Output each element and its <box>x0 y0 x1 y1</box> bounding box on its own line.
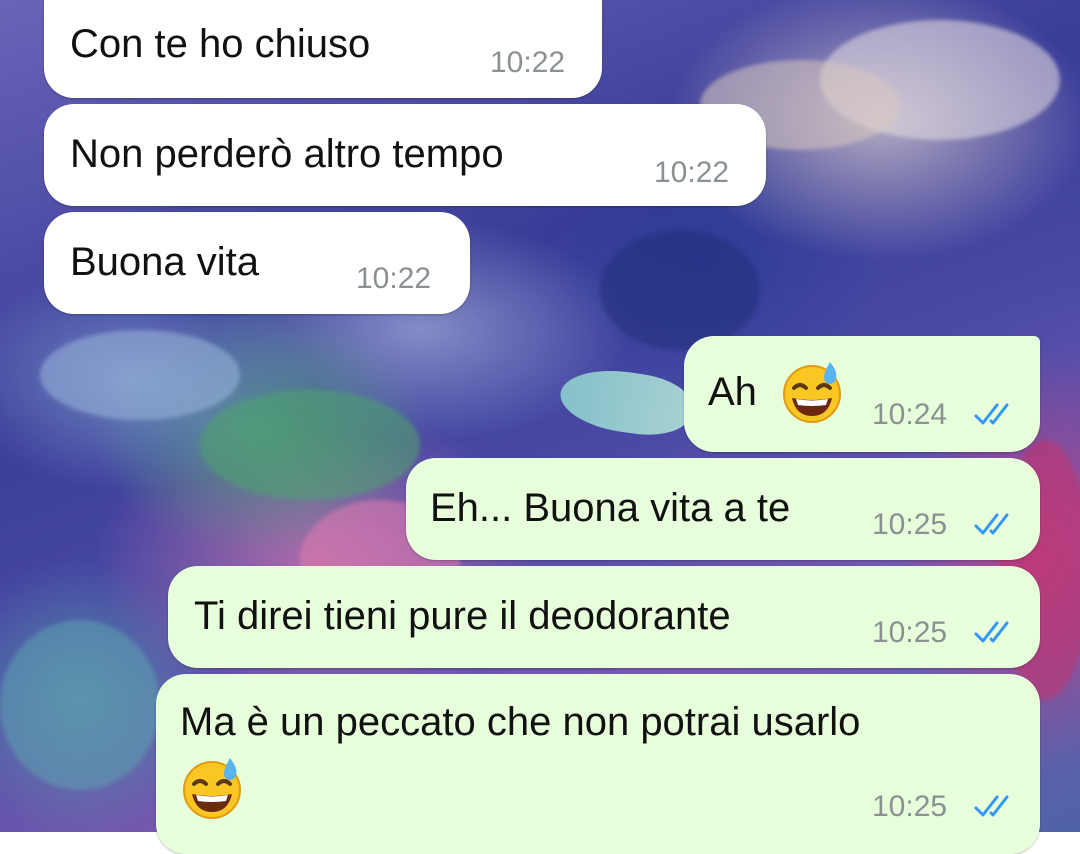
incoming-message[interactable]: Non perderò altro tempo 10:22 <box>44 104 766 206</box>
message-text: Non perderò altro tempo <box>70 132 504 176</box>
message-text: Eh... Buona vita a te <box>430 486 791 530</box>
grinning-face-with-sweat-icon <box>183 758 241 819</box>
read-double-check-icon <box>974 513 1009 535</box>
message-time: 10:24 <box>872 398 948 431</box>
fish-decoration <box>556 363 694 441</box>
incoming-message[interactable]: Con te ho chiuso 10:22 <box>44 0 602 98</box>
message-text: Ti direi tieni pure il deodorante <box>194 594 731 638</box>
grinning-face-with-sweat-icon <box>783 362 841 423</box>
message-text: Ma è un peccato che non potrai usarlo <box>180 700 861 744</box>
message-time: 10:25 <box>872 616 948 649</box>
message-time: 10:25 <box>872 508 948 541</box>
outgoing-message[interactable]: Ah 10:24 <box>684 336 1040 452</box>
outgoing-message[interactable]: Eh... Buona vita a te 10:25 <box>406 458 1040 560</box>
incoming-message[interactable]: Buona vita 10:22 <box>44 212 470 314</box>
read-double-check-icon <box>974 621 1009 643</box>
message-time: 10:25 <box>872 790 948 823</box>
outgoing-message[interactable]: Ma è un peccato che non potrai usarlo 10… <box>156 674 1040 854</box>
read-double-check-icon <box>974 403 1009 425</box>
read-double-check-icon <box>974 795 1009 817</box>
message-text: Con te ho chiuso <box>70 22 371 66</box>
message-time: 10:22 <box>490 46 566 79</box>
message-time: 10:22 <box>654 156 730 189</box>
message-time: 10:22 <box>356 262 432 295</box>
outgoing-message[interactable]: Ti direi tieni pure il deodorante 10:25 <box>168 566 1040 668</box>
message-text: Ah <box>708 370 757 414</box>
message-text: Buona vita <box>70 240 260 284</box>
